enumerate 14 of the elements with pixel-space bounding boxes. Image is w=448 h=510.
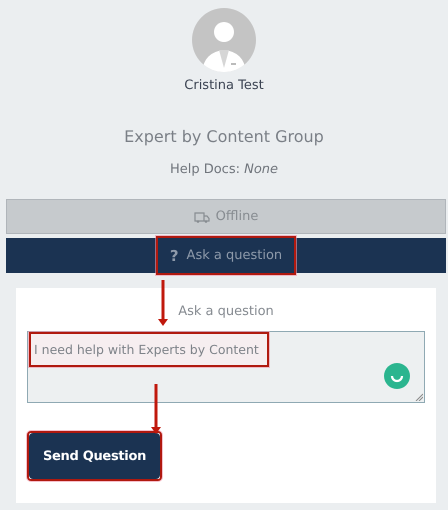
assistant-icon <box>384 363 410 389</box>
arrow <box>157 280 169 326</box>
group-title: Expert by Content Group <box>124 127 324 146</box>
resize-handle-icon <box>415 393 423 401</box>
arrow <box>150 384 162 434</box>
question-field[interactable]: I need help with Experts by Content <box>27 331 425 403</box>
help-docs-text: Help Docs: None <box>170 162 278 177</box>
send-question-button[interactable]: Send Question <box>29 433 160 479</box>
form-label: Ask a question <box>177 304 275 319</box>
expert-name: Cristina Test <box>184 78 264 93</box>
highlight-box: I need help with Experts by Content <box>29 332 269 367</box>
avatar-icon <box>192 8 256 72</box>
truck-icon <box>194 210 210 222</box>
status-label: Offline <box>216 209 258 224</box>
